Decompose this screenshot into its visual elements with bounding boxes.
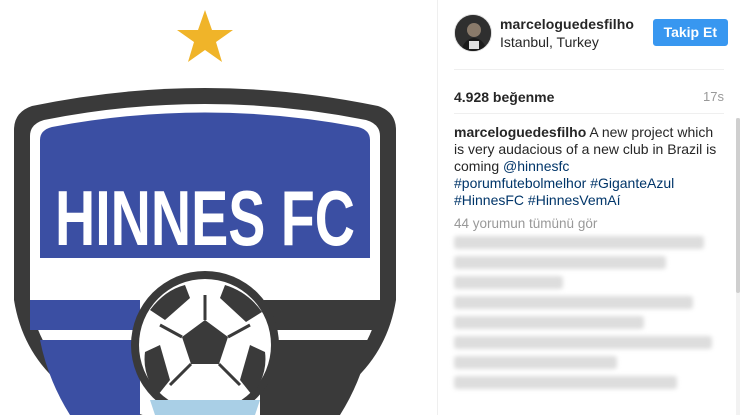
post-header: marceloguedesfilho Istanbul, Turkey Taki… — [454, 14, 728, 54]
avatar[interactable] — [454, 14, 492, 52]
username-link[interactable]: marceloguedesfilho — [500, 16, 634, 32]
post-sidebar: marceloguedesfilho Istanbul, Turkey Taki… — [437, 0, 740, 415]
crest-text: HINNES FC — [55, 174, 355, 262]
blurred-comments — [454, 236, 726, 416]
likes-count[interactable]: 4.928 beğenme — [454, 89, 554, 105]
hashtag-link[interactable]: #HinnesVemAí — [528, 192, 621, 208]
profile-photo-icon — [455, 15, 491, 51]
location-link[interactable]: Istanbul, Turkey — [500, 34, 599, 50]
post-image[interactable]: HINNES FC — [0, 0, 437, 415]
mention-link[interactable]: @hinnesfc — [503, 158, 569, 174]
follow-button[interactable]: Takip Et — [652, 19, 728, 46]
hashtag-link[interactable]: #porumfutebolmelhor — [454, 175, 586, 191]
hashtag-link[interactable]: #HinnesFC — [454, 192, 524, 208]
view-all-comments-link[interactable]: 44 yorumun tümünü gör — [454, 216, 597, 231]
divider — [454, 113, 724, 114]
hinnes-fc-crest: HINNES FC — [14, 10, 396, 415]
caption-username[interactable]: marceloguedesfilho — [454, 124, 586, 140]
scrollbar-thumb[interactable] — [736, 118, 740, 293]
post-time[interactable]: 17s — [703, 89, 724, 104]
divider — [454, 69, 724, 70]
post-caption: marceloguedesfilho A new project which i… — [454, 124, 722, 209]
star-icon — [177, 10, 233, 62]
hashtag-link[interactable]: #GiganteAzul — [590, 175, 674, 191]
